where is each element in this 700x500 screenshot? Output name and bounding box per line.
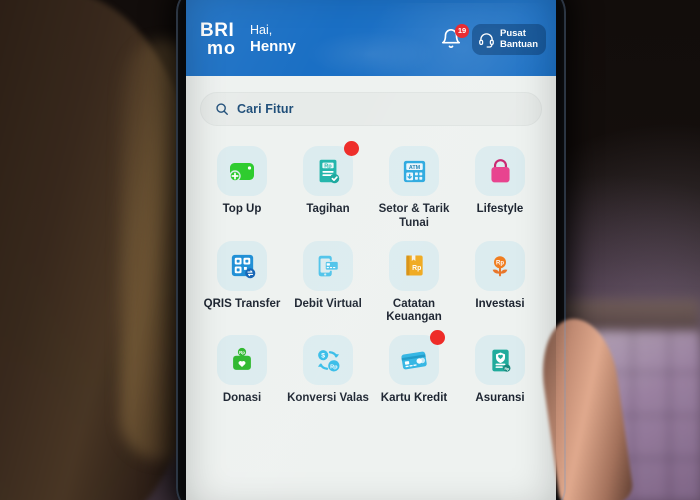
menu-item-label: Catatan Keuangan — [386, 297, 442, 324]
notification-button[interactable]: 19 — [440, 23, 469, 53]
svg-text:$: $ — [321, 352, 325, 359]
menu-icon-wrap: ATM — [389, 146, 439, 196]
menu-item-lifestyle[interactable]: Lifestyle — [458, 144, 542, 231]
phone-card-icon — [318, 255, 339, 276]
menu-item-debit-virtual[interactable]: Debit Virtual — [286, 239, 370, 326]
svg-text:Rp: Rp — [496, 260, 504, 266]
finance-book-icon: Rp — [405, 255, 423, 276]
menu-icon-wrap — [217, 240, 267, 291]
menu-item-donasi[interactable]: Rp Donasi — [200, 333, 284, 406]
qr-code-icon — [231, 254, 255, 279]
menu-item-label: Konversi Valas — [287, 392, 369, 405]
menu-icon-tile — [217, 146, 267, 196]
greeting-text: Hai, — [250, 23, 273, 38]
menu-item-label: Lifestyle — [476, 203, 524, 215]
menu-icon-wrap: Rp — [303, 141, 359, 196]
menu-item-konversi-valas[interactable]: $ Rp Konversi Valas — [286, 333, 370, 406]
menu-item-label: Debit Virtual — [294, 297, 362, 310]
user-name: Henny — [250, 38, 296, 56]
menu-icon-tile: ATM — [389, 146, 439, 196]
menu-item-kartu-kredit[interactable]: Kartu Kredit — [372, 330, 456, 406]
donation-box-icon: Rp — [233, 348, 251, 371]
menu-icon-tile: $ Rp — [303, 335, 353, 386]
bill-document-icon: Rp — [319, 159, 340, 184]
app-header: BRI mo Hai, Henny 19 Pusat Bantuan — [186, 3, 556, 76]
insurance-shield-icon: Rp — [491, 349, 510, 372]
header-actions: 19 Pusat Bantuan — [440, 23, 546, 56]
menu-item-badge — [430, 330, 445, 346]
svg-text:Rp: Rp — [324, 163, 332, 169]
greeting-block: Hai, Henny — [250, 23, 296, 55]
main-content: Cari Fitur Top Up Rp Tagihan ATM Setor &… — [186, 76, 556, 500]
feature-menu-grid: Top Up Rp Tagihan ATM Setor & Tarik Tuna… — [200, 141, 542, 406]
wallet-plus-icon — [229, 163, 254, 182]
help-label-line2: Bantuan — [500, 38, 538, 50]
phone-device: 64% BRI mo Hai, Henny 19 — [176, 0, 566, 500]
svg-text:Rp: Rp — [412, 265, 421, 272]
menu-icon-wrap — [303, 240, 353, 291]
menu-item-label: Setor & Tarik Tunai — [378, 203, 450, 229]
brand-line-mo: mo — [207, 37, 236, 58]
svg-text:Rp: Rp — [504, 367, 510, 371]
menu-item-tagihan[interactable]: Rp Tagihan — [286, 141, 370, 231]
menu-item-asuransi[interactable]: Rp Asuransi — [458, 333, 542, 406]
notification-badge: 19 — [455, 23, 469, 38]
shopping-bag-icon — [490, 158, 510, 182]
menu-icon-tile — [475, 146, 525, 196]
menu-item-label: Tagihan — [306, 203, 350, 215]
svg-text:Rp: Rp — [330, 364, 338, 370]
menu-icon-wrap: Rp — [475, 335, 525, 386]
menu-item-label: Investasi — [475, 297, 525, 310]
search-icon — [216, 103, 228, 115]
menu-icon-wrap: Rp — [475, 240, 525, 291]
help-center-button[interactable]: Pusat Bantuan — [472, 23, 546, 56]
menu-item-qris-transfer[interactable]: QRIS Transfer — [200, 239, 284, 326]
menu-icon-tile: Rp — [389, 240, 439, 291]
menu-icon-wrap — [389, 330, 445, 386]
menu-item-top-up[interactable]: Top Up — [200, 144, 284, 231]
svg-text:Rp: Rp — [239, 350, 245, 355]
menu-icon-wrap: Rp — [389, 240, 439, 291]
menu-icon-tile: Rp — [217, 335, 267, 386]
menu-icon-wrap — [217, 146, 267, 196]
menu-item-setor-tarik-tunai[interactable]: ATM Setor & Tarik Tunai — [372, 144, 456, 231]
menu-icon-wrap: Rp — [217, 335, 267, 386]
menu-item-label: Donasi — [222, 392, 262, 405]
headset-icon — [479, 33, 494, 48]
menu-icon-wrap: $ Rp — [303, 335, 353, 386]
search-placeholder: Cari Fitur — [237, 102, 294, 116]
currency-exchange-icon: $ Rp — [317, 349, 339, 372]
menu-item-catatan-keuangan[interactable]: Rp Catatan Keuangan — [372, 239, 456, 326]
svg-text:ATM: ATM — [408, 164, 420, 170]
menu-item-label: Kartu Kredit — [380, 392, 448, 405]
menu-item-investasi[interactable]: Rp Investasi — [458, 239, 542, 326]
brimo-logo: BRI mo — [200, 21, 236, 58]
menu-item-label: Top Up — [222, 203, 262, 215]
search-bar[interactable]: Cari Fitur — [200, 92, 542, 126]
investment-plant-icon: Rp — [492, 255, 508, 276]
menu-item-label: Asuransi — [475, 392, 525, 405]
menu-icon-tile: Rp — [475, 335, 525, 386]
help-center-label: Pusat Bantuan — [500, 27, 538, 50]
menu-icon-tile — [217, 240, 267, 291]
menu-icon-wrap — [475, 146, 525, 196]
menu-item-badge — [344, 141, 359, 156]
help-label-line1: Pusat — [500, 27, 526, 39]
menu-item-label: QRIS Transfer — [203, 297, 281, 310]
atm-machine-icon: ATM — [403, 160, 425, 182]
menu-icon-tile — [303, 240, 353, 291]
menu-icon-tile: Rp — [475, 240, 525, 291]
credit-card-icon — [401, 351, 427, 370]
phone-screen: 64% BRI mo Hai, Henny 19 — [186, 0, 556, 500]
battery-percentage: 64% — [524, 0, 544, 1]
